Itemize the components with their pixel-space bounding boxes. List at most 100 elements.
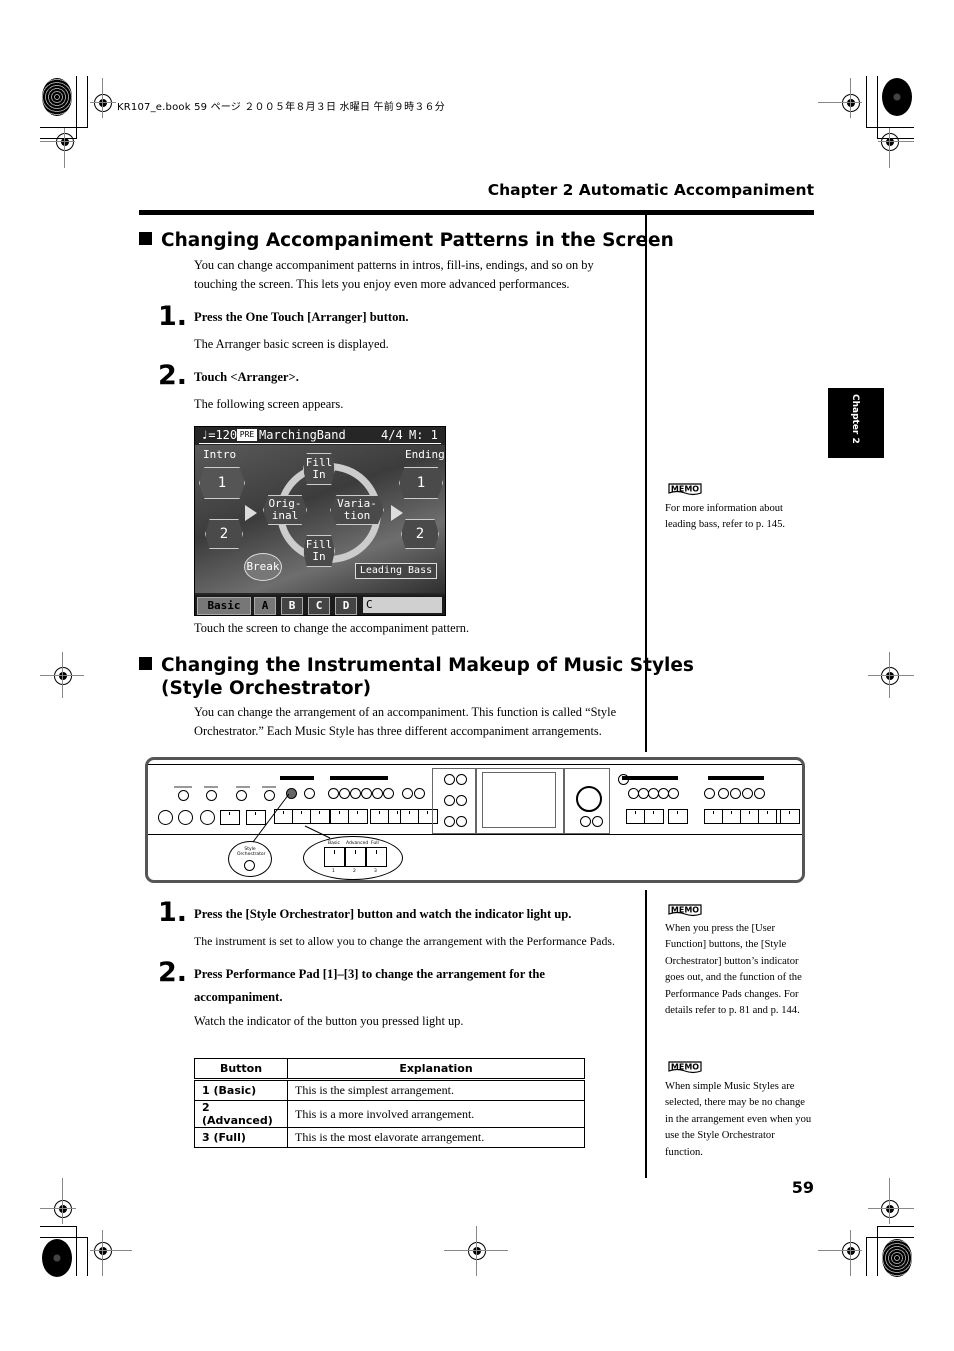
square-bullet-icon xyxy=(139,657,152,670)
section-intro: You can change the arrangement of an acc… xyxy=(194,705,617,738)
preset-style-icon: PRE xyxy=(237,429,257,441)
performance-pad-1[interactable] xyxy=(324,847,345,867)
ending-label: Ending xyxy=(405,448,445,461)
table-row: 3 (Full) This is the most elavorate arra… xyxy=(194,1127,585,1148)
tab-d[interactable]: D xyxy=(335,597,357,615)
svg-text:MEMO: MEMO xyxy=(671,1063,699,1072)
table-row: 1 (Basic) This is the simplest arrangeme… xyxy=(194,1079,585,1101)
style-orchestrator-callout: Style Orchestrator xyxy=(228,841,272,877)
svg-text:MEMO: MEMO xyxy=(671,485,699,494)
table-cell: This is a more involved arrangement. xyxy=(287,1100,585,1128)
registration-target-icon xyxy=(882,78,912,116)
column-divider xyxy=(645,890,647,1178)
tab-c[interactable]: C xyxy=(308,597,330,615)
chord-display: C xyxy=(363,597,442,613)
step-result: The instrument is set to allow you to ch… xyxy=(194,934,615,948)
style-name: MarchingBand xyxy=(259,428,346,442)
style-orchestrator-button[interactable] xyxy=(244,860,255,871)
intro-2-button[interactable]: 2 xyxy=(205,519,243,549)
arrow-right-icon xyxy=(245,505,257,521)
ending-1-button[interactable]: 1 xyxy=(399,467,443,499)
pad-number: 3 xyxy=(374,869,377,874)
memo-icon: MEMO xyxy=(668,1061,702,1074)
registration-target-icon xyxy=(42,78,72,116)
fill-in-top-button[interactable]: Fill In xyxy=(303,453,335,485)
section-title: Changing the Instrumental Makeup of Musi… xyxy=(139,654,694,700)
chapter-tab: Chapter 2 xyxy=(828,388,884,458)
memo-icon: MEMO xyxy=(668,904,702,917)
step-number: 2. xyxy=(158,957,188,988)
step-result: Watch the indicator of the button you pr… xyxy=(194,1014,464,1028)
table-cell: 1 (Basic) xyxy=(194,1079,288,1101)
performance-pad-3[interactable] xyxy=(366,847,387,867)
leading-bass-button[interactable]: Leading Bass xyxy=(355,563,437,579)
arrangement-table: Button Explanation 1 (Basic) This is the… xyxy=(194,1058,585,1148)
performance-pads-callout: Basic Advanced Full 1 2 3 xyxy=(303,836,403,880)
registration-target-icon xyxy=(882,1239,912,1277)
step-instruction: Touch <Arranger>. xyxy=(194,370,299,384)
tab-basic[interactable]: Basic xyxy=(197,597,251,615)
pad-label: Basic xyxy=(328,841,340,846)
table-cell: 2 (Advanced) xyxy=(194,1100,288,1128)
registration-target-icon xyxy=(42,1239,72,1277)
table-cell: 3 (Full) xyxy=(194,1127,288,1148)
arranger-screen: ♩=120 PRE MarchingBand 4/4 M: 1 Intro En… xyxy=(194,426,446,616)
square-bullet-icon xyxy=(139,232,152,245)
table-cell: This is the most elavorate arrangement. xyxy=(287,1127,585,1148)
registration-mark-icon xyxy=(881,133,899,151)
print-info: KR107_e.book 59 ページ ２００５年８月３日 水曜日 午前９時３６… xyxy=(117,102,445,113)
performance-pad-2[interactable] xyxy=(345,847,366,867)
pad-label: Advanced xyxy=(346,841,369,846)
registration-mark-icon xyxy=(842,94,860,112)
section-title-text: Changing Accompaniment Patterns in the S… xyxy=(161,230,674,251)
style-orchestrator-label: Style Orchestrator xyxy=(237,847,266,857)
step-number: 1. xyxy=(158,897,188,928)
chapter-tab-label: Chapter 2 xyxy=(850,394,860,444)
screen-caption: Touch the screen to change the accompani… xyxy=(194,621,470,635)
step-result: The Arranger basic screen is displayed. xyxy=(194,337,389,351)
section-title: Changing Accompaniment Patterns in the S… xyxy=(139,229,674,252)
tab-a[interactable]: A xyxy=(254,597,276,615)
fill-in-bottom-button[interactable]: Fill In xyxy=(303,535,335,567)
screen-tab-bar: Basic A B C D C xyxy=(195,595,445,615)
section-title-text: Changing the Instrumental Makeup of Musi… xyxy=(161,655,694,676)
table-cell: This is the simplest arrangement. xyxy=(287,1079,585,1101)
header-rule xyxy=(139,210,814,215)
pad-number: 1 xyxy=(332,869,335,874)
step-result: The following screen appears. xyxy=(194,397,344,411)
chapter-header: Chapter 2 Automatic Accompaniment xyxy=(487,181,814,199)
screen-title-bar: ♩=120 PRE MarchingBand 4/4 M: 1 xyxy=(195,427,445,445)
step-number: 2. xyxy=(158,360,188,391)
control-panel-illustration: Style Orchestrator Basic Advanced Full 1… xyxy=(145,757,805,883)
tab-b[interactable]: B xyxy=(281,597,303,615)
pad-label: Full xyxy=(371,841,379,846)
registration-mark-icon xyxy=(56,133,74,151)
table-header: Explanation xyxy=(287,1058,585,1081)
section-intro: You can change accompaniment patterns in… xyxy=(194,258,594,291)
table-row: 2 (Advanced) This is a more involved arr… xyxy=(194,1100,585,1128)
measure: M: 1 xyxy=(409,428,438,442)
table-header-row: Button Explanation xyxy=(194,1058,585,1081)
intro-1-button[interactable]: 1 xyxy=(199,467,245,499)
meter: 4/4 xyxy=(381,428,403,442)
step-instruction: Press Performance Pad [1]–[3] to change … xyxy=(194,967,546,1004)
step-number: 1. xyxy=(158,301,188,332)
step-instruction: Press the One Touch [Arranger] button. xyxy=(194,310,409,324)
step-instruction: Press the [Style Orchestrator] button an… xyxy=(194,907,572,921)
memo-icon: MEMO xyxy=(668,483,702,496)
pad-number: 2 xyxy=(353,869,356,874)
tempo: ♩=120 xyxy=(201,428,238,442)
original-button[interactable]: Orig- inal xyxy=(263,495,307,525)
page-number: 59 xyxy=(791,1178,814,1197)
memo-text: When simple Music Styles are selected, t… xyxy=(665,1081,812,1158)
memo-text: When you press the [User Function] butto… xyxy=(665,923,802,1017)
break-button[interactable]: Break xyxy=(244,553,282,581)
variation-button[interactable]: Varia- tion xyxy=(330,495,384,525)
registration-mark-icon xyxy=(94,94,112,112)
intro-label: Intro xyxy=(203,448,237,461)
svg-text:MEMO: MEMO xyxy=(671,906,699,915)
ending-2-button[interactable]: 2 xyxy=(401,519,439,549)
memo-text: For more information about leading bass,… xyxy=(665,503,786,531)
section-title-text: (Style Orchestrator) xyxy=(161,678,372,699)
arrow-right-icon xyxy=(391,505,403,521)
